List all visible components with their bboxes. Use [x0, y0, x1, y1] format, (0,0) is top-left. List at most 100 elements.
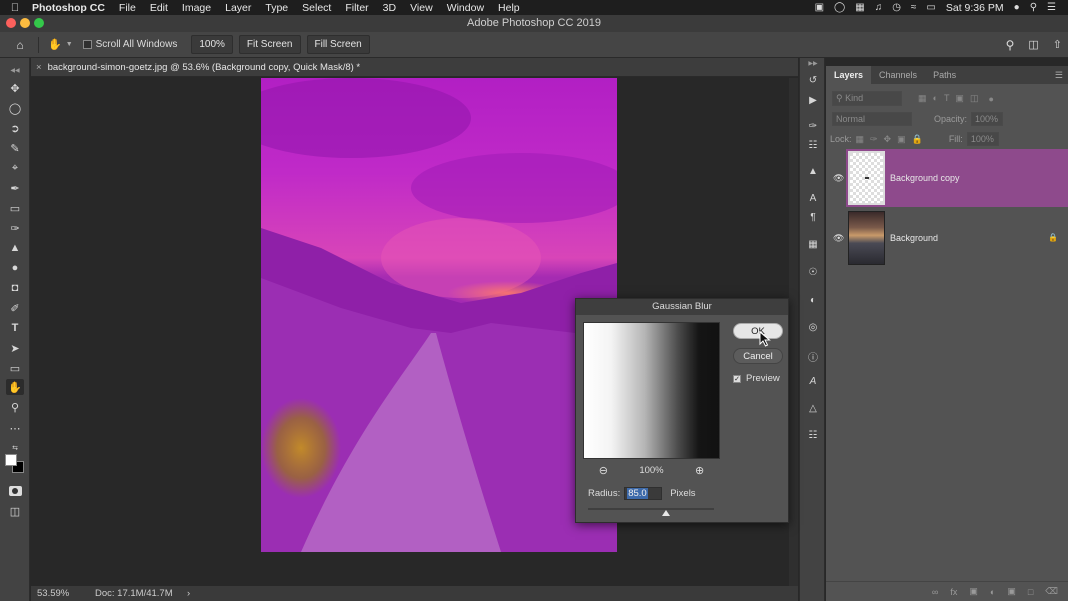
- zoom-out-icon[interactable]: ⊖: [599, 464, 608, 477]
- type-tool-icon[interactable]: T: [6, 320, 24, 336]
- zoom-window-button[interactable]: [34, 18, 44, 28]
- notes-icon[interactable]: ▦: [855, 2, 864, 13]
- new-group-icon[interactable]: ▣: [1007, 586, 1016, 597]
- menu-app-name[interactable]: Photoshop CC: [30, 2, 112, 14]
- radius-slider-track[interactable]: [588, 508, 714, 510]
- screen-record-icon[interactable]: ▣: [815, 2, 824, 13]
- tab-paths[interactable]: Paths: [925, 66, 964, 84]
- checkbox-icon[interactable]: [82, 39, 92, 49]
- workspace-icon[interactable]: ◫: [1028, 38, 1038, 51]
- brush-tool-icon[interactable]: ✑: [6, 220, 24, 236]
- rectangle-tool-icon[interactable]: ▭: [6, 360, 24, 376]
- layer-thumbnail[interactable]: [848, 211, 885, 265]
- menu-edit[interactable]: Edit: [143, 2, 175, 14]
- menu-image[interactable]: Image: [175, 2, 218, 14]
- add-mask-icon[interactable]: ▣: [969, 586, 978, 597]
- visibility-eye-icon[interactable]: 👁: [833, 173, 844, 184]
- info-panel-icon[interactable]: ⓘ: [805, 349, 821, 364]
- close-document-icon[interactable]: ×: [31, 62, 48, 73]
- crop-tool-icon[interactable]: ⌖: [6, 160, 24, 176]
- airplay-icon[interactable]: ▭: [926, 2, 935, 13]
- close-window-button[interactable]: [6, 18, 16, 28]
- preview-checkbox[interactable]: ✓ Preview: [733, 373, 780, 384]
- opacity-field[interactable]: 100%: [971, 112, 1004, 126]
- pen-tool-icon[interactable]: ✐: [6, 300, 24, 316]
- link-layers-icon[interactable]: ∞: [932, 587, 938, 597]
- character-panel-icon[interactable]: A: [805, 193, 821, 207]
- menu-type[interactable]: Type: [258, 2, 295, 14]
- document-canvas-image[interactable]: [261, 78, 617, 552]
- hand-tool-preset-icon[interactable]: ✋: [48, 38, 62, 51]
- spotlight-search-icon[interactable]: ⚲: [1030, 2, 1037, 13]
- menu-3d[interactable]: 3D: [376, 2, 403, 14]
- properties-panel-icon[interactable]: ☷: [805, 430, 821, 444]
- menu-file[interactable]: File: [112, 2, 143, 14]
- brush-settings-icon[interactable]: ✑: [805, 121, 821, 135]
- filter-type-icons[interactable]: ▦◐T▣◫: [918, 93, 984, 104]
- lock-icon[interactable]: 🔒: [1048, 233, 1058, 242]
- visibility-eye-icon[interactable]: 👁: [833, 233, 844, 244]
- move-tool-icon[interactable]: ✥: [6, 80, 24, 96]
- glyphs-panel-icon[interactable]: A: [805, 376, 821, 390]
- healing-brush-tool-icon[interactable]: ▭: [6, 200, 24, 216]
- path-selection-tool-icon[interactable]: ➤: [6, 340, 24, 356]
- document-tab[interactable]: × background-simon-goetz.jpg @ 53.6% (Bac…: [31, 58, 798, 77]
- menu-layer[interactable]: Layer: [218, 2, 258, 14]
- lock-option-icons[interactable]: ▦✑✥▣🔒: [856, 134, 929, 145]
- share-icon[interactable]: ⇧: [1053, 38, 1062, 51]
- color-panel-icon[interactable]: ◐: [805, 295, 821, 309]
- layer-thumbnail[interactable]: [848, 151, 885, 205]
- foreground-color-swatch[interactable]: [5, 454, 17, 466]
- zoom-tool-icon[interactable]: ⚲: [6, 399, 24, 415]
- radius-slider-thumb[interactable]: [662, 510, 670, 516]
- actions-panel-icon[interactable]: ▶: [805, 95, 821, 109]
- layer-style-icon[interactable]: fx: [950, 587, 957, 597]
- quick-selection-tool-icon[interactable]: ✎: [6, 140, 24, 156]
- history-panel-icon[interactable]: ↺: [805, 75, 821, 89]
- delete-layer-icon[interactable]: ⌫: [1045, 586, 1058, 597]
- menu-window[interactable]: Window: [440, 2, 491, 14]
- check-icon[interactable]: ✓: [733, 374, 741, 383]
- time-machine-icon[interactable]: ◷: [892, 2, 901, 13]
- volume-icon[interactable]: ♫: [875, 2, 883, 13]
- blend-mode-select[interactable]: Normal: [832, 112, 912, 126]
- paragraph-panel-icon[interactable]: ¶: [805, 212, 821, 226]
- radius-input[interactable]: 85.0: [624, 487, 663, 500]
- filter-toggle-icon[interactable]: ●: [988, 94, 993, 104]
- fill-field[interactable]: 100%: [966, 132, 999, 146]
- zoom-100-button[interactable]: 100%: [191, 35, 233, 54]
- layer-name[interactable]: Background: [890, 233, 938, 243]
- menu-filter[interactable]: Filter: [338, 2, 375, 14]
- adjustment-layer-icon[interactable]: ◐: [990, 587, 995, 597]
- ok-button[interactable]: OK: [733, 323, 783, 339]
- libraries-panel-icon[interactable]: ◎: [805, 322, 821, 336]
- filter-kind-select[interactable]: ⚲ Kind: [832, 91, 902, 106]
- scroll-all-windows-checkbox[interactable]: Scroll All Windows: [82, 39, 177, 50]
- layer-row[interactable]: 👁 Background copy: [826, 149, 1068, 207]
- vertical-scrollbar[interactable]: [789, 78, 798, 586]
- search-icon[interactable]: ⚲: [1006, 38, 1015, 52]
- lasso-tool-icon[interactable]: ➲: [6, 120, 24, 136]
- collapse-dock-icon[interactable]: ▶▶: [805, 60, 821, 74]
- fill-screen-button[interactable]: Fill Screen: [306, 35, 370, 54]
- new-layer-icon[interactable]: □: [1028, 587, 1033, 597]
- marquee-tool-icon[interactable]: ◯: [6, 100, 24, 116]
- apple-icon[interactable]: : [0, 2, 30, 14]
- quick-mask-mode-icon[interactable]: [6, 483, 24, 499]
- wifi-icon[interactable]: ≈: [911, 2, 917, 13]
- menu-select[interactable]: Select: [295, 2, 338, 14]
- creative-cloud-icon[interactable]: ◯: [834, 2, 845, 13]
- menu-view[interactable]: View: [403, 2, 440, 14]
- eyedropper-tool-icon[interactable]: ✒: [6, 180, 24, 196]
- status-menu-arrow[interactable]: ›: [187, 586, 190, 601]
- layer-name[interactable]: Background copy: [890, 173, 960, 183]
- zoom-in-icon[interactable]: ⊕: [695, 464, 704, 477]
- swatches-panel-icon[interactable]: ▦: [805, 239, 821, 253]
- status-zoom[interactable]: 53.59%: [37, 586, 69, 601]
- tab-layers[interactable]: Layers: [826, 66, 872, 84]
- 3d-panel-icon[interactable]: △: [805, 403, 821, 417]
- menu-help[interactable]: Help: [491, 2, 527, 14]
- blur-tool-icon[interactable]: ●: [6, 260, 24, 276]
- user-icon[interactable]: ●: [1014, 2, 1020, 13]
- notification-center-icon[interactable]: ☰: [1047, 2, 1056, 13]
